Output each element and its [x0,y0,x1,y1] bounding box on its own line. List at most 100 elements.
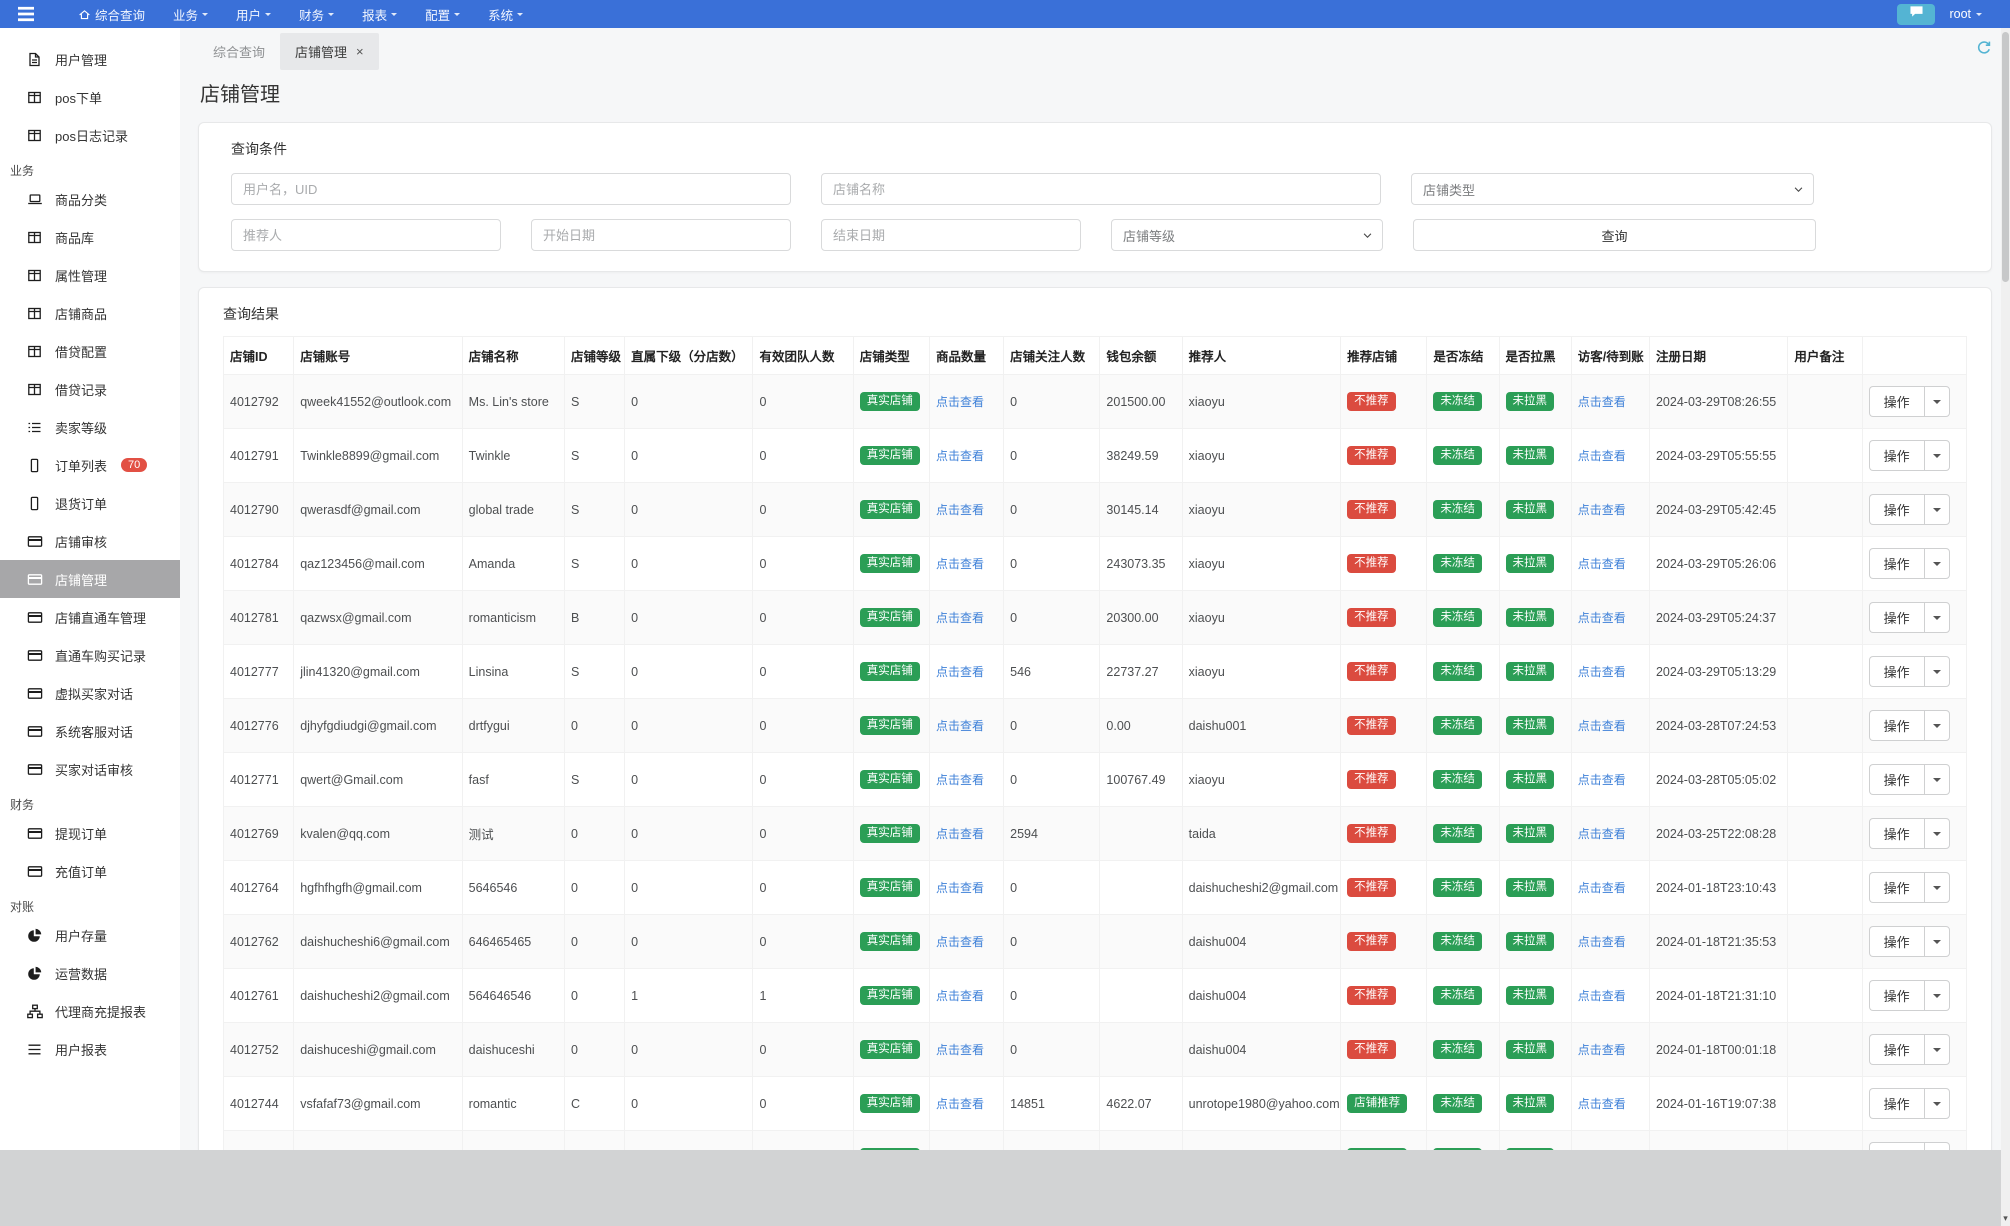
action-dropdown-button[interactable] [1923,548,1950,579]
close-icon[interactable]: × [356,45,364,58]
sidebar-item-recharge-orders[interactable]: 充值订单 [0,852,180,890]
vertical-scrollbar[interactable]: ▾ [2001,28,2010,1226]
goods-view-link[interactable]: 点击查看 [936,557,984,571]
action-button[interactable]: 操作 [1868,440,1924,471]
scrollbar-thumb[interactable] [2002,32,2009,282]
goods-view-link[interactable]: 点击查看 [936,1043,984,1057]
visitor-view-link[interactable]: 点击查看 [1578,773,1626,787]
sidebar-item-return-orders[interactable]: 退货订单 [0,484,180,522]
refresh-icon[interactable] [1976,40,1992,61]
visitor-view-link[interactable]: 点击查看 [1578,935,1626,949]
sidebar-item-store-management[interactable]: 店铺管理 [0,560,180,598]
username-uid-input[interactable] [231,173,791,205]
chat-button[interactable] [1897,3,1936,25]
action-dropdown-button[interactable] [1923,440,1950,471]
goods-view-link[interactable]: 点击查看 [936,611,984,625]
action-button[interactable]: 操作 [1868,1034,1924,1065]
store-type-select[interactable]: 店铺类型 [1411,173,1814,205]
goods-view-link[interactable]: 点击查看 [936,395,984,409]
visitor-view-link[interactable]: 点击查看 [1578,449,1626,463]
sidebar-item-store-train-management[interactable]: 店铺直通车管理 [0,598,180,636]
goods-view-link[interactable]: 点击查看 [936,881,984,895]
goods-view-link[interactable]: 点击查看 [936,665,984,679]
action-button[interactable]: 操作 [1868,656,1924,687]
tab-overview[interactable]: 综合查询 [198,33,280,70]
action-button[interactable]: 操作 [1868,764,1924,795]
goods-view-link[interactable]: 点击查看 [936,935,984,949]
visitor-view-link[interactable]: 点击查看 [1578,665,1626,679]
visitor-view-link[interactable]: 点击查看 [1578,611,1626,625]
action-dropdown-button[interactable] [1923,818,1950,849]
goods-view-link[interactable]: 点击查看 [936,827,984,841]
action-button[interactable]: 操作 [1868,710,1924,741]
sidebar-item-train-purchase-records[interactable]: 直通车购买记录 [0,636,180,674]
sidebar-item-order-list[interactable]: 订单列表 70 [0,446,180,484]
action-dropdown-button[interactable] [1923,494,1950,525]
action-button[interactable]: 操作 [1868,548,1924,579]
hamburger-icon[interactable] [16,6,36,22]
action-dropdown-button[interactable] [1923,710,1950,741]
visitor-view-link[interactable]: 点击查看 [1578,1097,1626,1111]
goods-view-link[interactable]: 点击查看 [936,449,984,463]
sidebar-item-operation-data[interactable]: 运营数据 [0,954,180,992]
visitor-view-link[interactable]: 点击查看 [1578,719,1626,733]
action-dropdown-button[interactable] [1923,1088,1950,1119]
sidebar-item-goods-category[interactable]: 商品分类 [0,180,180,218]
visitor-view-link[interactable]: 点击查看 [1578,395,1626,409]
sidebar-item-user-stock[interactable]: 用户存量 [0,916,180,954]
sidebar-item-goods-library[interactable]: 商品库 [0,218,180,256]
action-button[interactable]: 操作 [1868,980,1924,1011]
action-button[interactable]: 操作 [1868,386,1924,417]
nav-item-overview[interactable]: 综合查询 [78,5,145,24]
sidebar-item-store-goods[interactable]: 店铺商品 [0,294,180,332]
action-dropdown-button[interactable] [1923,764,1950,795]
visitor-view-link[interactable]: 点击查看 [1578,989,1626,1003]
action-button[interactable]: 操作 [1868,602,1924,633]
action-dropdown-button[interactable] [1923,602,1950,633]
goods-view-link[interactable]: 点击查看 [936,719,984,733]
goods-view-link[interactable]: 点击查看 [936,773,984,787]
action-button[interactable]: 操作 [1868,926,1924,957]
action-dropdown-button[interactable] [1923,1142,1950,1150]
action-button[interactable]: 操作 [1868,1142,1924,1150]
action-dropdown-button[interactable] [1923,980,1950,1011]
goods-view-link[interactable]: 点击查看 [936,989,984,1003]
action-dropdown-button[interactable] [1923,1034,1950,1065]
visitor-view-link[interactable]: 点击查看 [1578,557,1626,571]
visitor-view-link[interactable]: 点击查看 [1578,503,1626,517]
nav-item-reports[interactable]: 报表 [362,5,398,24]
action-dropdown-button[interactable] [1923,386,1950,417]
goods-view-link[interactable]: 点击查看 [936,1097,984,1111]
action-button[interactable]: 操作 [1868,494,1924,525]
referrer-input[interactable] [231,219,501,251]
nav-item-config[interactable]: 配置 [425,5,461,24]
action-dropdown-button[interactable] [1923,872,1950,903]
visitor-view-link[interactable]: 点击查看 [1578,881,1626,895]
start-date-input[interactable] [531,219,791,251]
sidebar-item-seller-level[interactable]: 卖家等级 [0,408,180,446]
store-level-select[interactable]: 店铺等级 [1111,219,1383,251]
sidebar-item-attribute-management[interactable]: 属性管理 [0,256,180,294]
sidebar-item-withdraw-orders[interactable]: 提现订单 [0,814,180,852]
nav-item-finance[interactable]: 财务 [299,5,335,24]
sidebar-item-store-review[interactable]: 店铺审核 [0,522,180,560]
search-button[interactable]: 查询 [1413,219,1816,251]
sidebar-item-loan-records[interactable]: 借贷记录 [0,370,180,408]
store-name-input[interactable] [821,173,1381,205]
sidebar-item-buyer-chat-review[interactable]: 买家对话审核 [0,750,180,788]
sidebar-item-system-service-chat[interactable]: 系统客服对话 [0,712,180,750]
sidebar-item-pos-log[interactable]: pos日志记录 [0,116,180,154]
action-button[interactable]: 操作 [1868,1088,1924,1119]
sidebar-item-virtual-buyer-chat[interactable]: 虚拟买家对话 [0,674,180,712]
sidebar-item-pos-order[interactable]: pos下单 [0,78,180,116]
action-button[interactable]: 操作 [1868,818,1924,849]
end-date-input[interactable] [821,219,1081,251]
action-dropdown-button[interactable] [1923,926,1950,957]
sidebar-item-loan-config[interactable]: 借贷配置 [0,332,180,370]
action-dropdown-button[interactable] [1923,656,1950,687]
visitor-view-link[interactable]: 点击查看 [1578,1043,1626,1057]
sidebar-item-user-report[interactable]: 用户报表 [0,1030,180,1068]
sidebar-item-user-management[interactable]: 用户管理 [0,40,180,78]
scrollbar-down-arrow[interactable]: ▾ [2001,1213,2010,1224]
sidebar-item-agent-recharge-report[interactable]: 代理商充提报表 [0,992,180,1030]
